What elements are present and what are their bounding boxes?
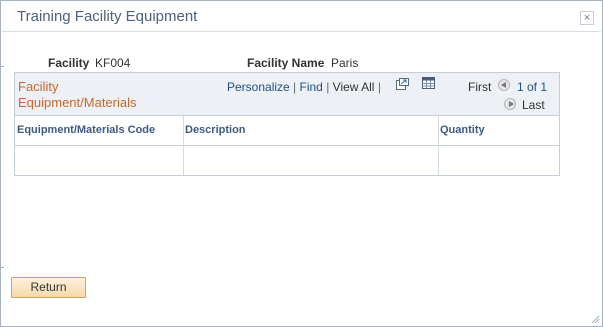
personalize-link[interactable]: Personalize [227,80,290,94]
facility-value: KF004 [95,56,131,70]
column-header-row: Equipment/Materials Code Description Qua… [15,116,559,146]
dialog-title: Training Facility Equipment [17,8,198,25]
resize-grip-icon[interactable] [590,314,600,324]
column-divider [183,116,184,175]
separator: | [293,80,297,94]
grid-header: Facility Equipment/Materials Personalize… [15,73,559,116]
separator: | [326,80,330,94]
find-link[interactable]: Find [300,80,323,94]
column-header-quantity: Quantity [440,124,485,136]
last-label: Last [522,98,545,112]
close-button[interactable]: × [580,11,594,25]
column-header-code: Equipment/Materials Code [17,124,156,136]
return-button[interactable]: Return [11,277,86,298]
grid-title: Facility Equipment/Materials [18,79,137,110]
title-bar: Training Facility Equipment × [2,2,601,32]
separator: | [377,80,381,94]
facility-name-value: Paris [331,56,359,70]
facility-name-label: Facility Name [247,56,325,70]
previous-arrow-icon[interactable] [498,79,510,91]
page-info: 1 of 1 [517,80,548,94]
spreadsheet-icon[interactable] [422,77,435,89]
first-label: First [468,80,492,94]
grid-toolbar: Personalize | Find | View All | [227,80,381,94]
facility-label: Facility [48,56,90,70]
column-divider [438,116,439,175]
view-all-link[interactable]: View All [333,80,375,94]
next-arrow-icon[interactable] [504,98,516,110]
facility-fields: Facility KF004 Facility Name Paris [1,56,601,72]
edge-marker [1,267,4,268]
table-row [15,147,559,175]
close-icon: × [583,12,591,24]
column-header-description: Description [185,124,246,136]
modal-dialog: Training Facility Equipment × Facility K… [0,0,603,327]
equipment-grid: Facility Equipment/Materials Personalize… [14,72,560,176]
new-window-icon[interactable] [396,78,409,90]
